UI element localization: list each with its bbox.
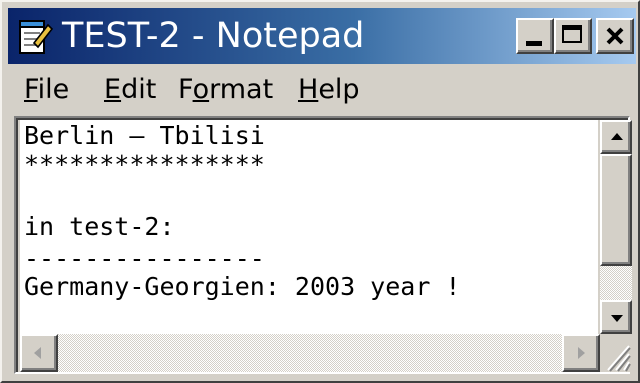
horizontal-scrollbar[interactable]	[20, 334, 600, 372]
vertical-scrollbar[interactable]	[600, 120, 632, 334]
menu-help-label: elp	[318, 74, 360, 105]
maximize-button[interactable]	[554, 18, 592, 54]
text-editor[interactable]: Berlin – Tbilisi **************** in tes…	[20, 120, 598, 334]
minimize-icon	[526, 41, 542, 46]
text-line: Berlin – Tbilisi	[24, 121, 265, 150]
text-line: ----------------	[24, 244, 265, 273]
arrow-right-icon	[578, 347, 585, 359]
text-line: Germany-Georgien: 2003 year !	[24, 272, 461, 301]
menu-bar: File Edit Format Help	[8, 66, 636, 112]
menu-format-accesskey: o	[192, 74, 210, 105]
text-line: ****************	[24, 150, 265, 179]
arrow-up-icon	[611, 133, 623, 140]
arrow-down-icon	[611, 315, 623, 322]
scroll-down-button[interactable]	[600, 300, 632, 334]
minimize-button[interactable]	[516, 18, 554, 54]
menu-edit[interactable]: Edit	[104, 74, 156, 106]
menu-help[interactable]: Help	[298, 74, 360, 106]
menu-file[interactable]: File	[24, 74, 69, 106]
menu-format-label: rmat	[209, 74, 274, 105]
text-line: in test-2:	[24, 212, 175, 241]
scroll-up-button[interactable]	[600, 120, 632, 154]
maximize-icon	[562, 25, 582, 43]
menu-help-accesskey: H	[298, 74, 319, 105]
close-button[interactable]	[596, 18, 634, 54]
resize-grip-icon	[607, 345, 631, 372]
menu-format[interactable]: Format	[178, 74, 273, 106]
size-grip[interactable]	[600, 334, 632, 372]
notepad-icon[interactable]	[14, 17, 54, 57]
scroll-left-button[interactable]	[20, 334, 58, 372]
notepad-window: TEST-2 - Notepad File Edit Format Help B…	[0, 0, 640, 383]
editor-inner-frame: Berlin – Tbilisi **************** in tes…	[16, 118, 632, 372]
close-icon	[606, 27, 624, 45]
editor-frame: Berlin – Tbilisi **************** in tes…	[14, 116, 632, 374]
title-bar[interactable]: TEST-2 - Notepad	[8, 8, 636, 64]
window-title: TEST-2 - Notepad	[62, 16, 365, 56]
menu-format-prefix: F	[178, 74, 193, 105]
menu-edit-label: dit	[121, 74, 157, 105]
arrow-left-icon	[34, 347, 41, 359]
scroll-right-button[interactable]	[562, 334, 600, 372]
menu-file-accesskey: F	[24, 74, 38, 105]
menu-file-label: ile	[37, 74, 70, 105]
vertical-scroll-thumb[interactable]	[600, 154, 632, 266]
menu-edit-accesskey: E	[104, 74, 122, 105]
